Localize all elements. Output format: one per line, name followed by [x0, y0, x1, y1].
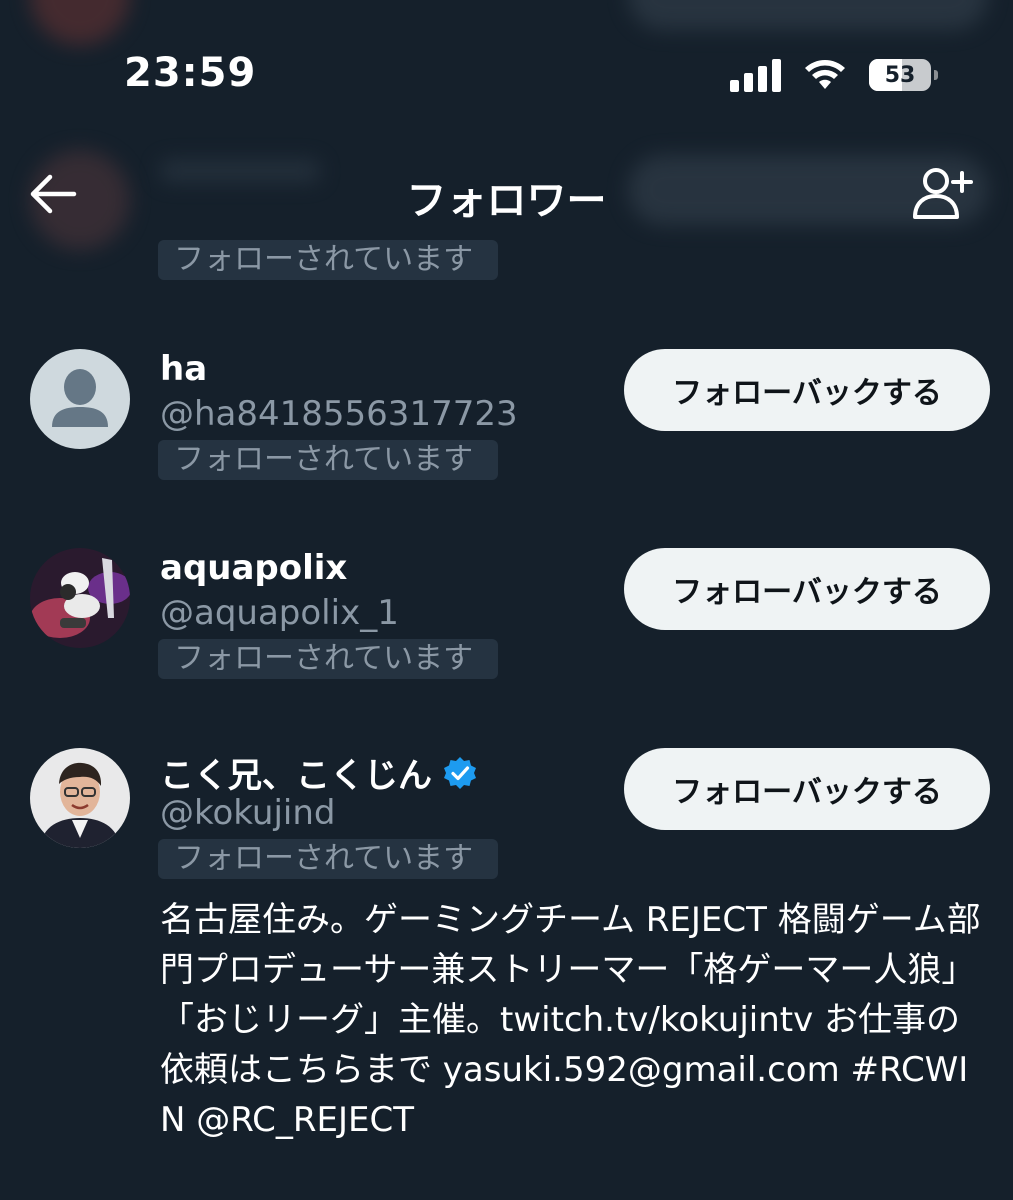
display-name-text: ha	[160, 349, 208, 389]
display-name-text: aquapolix	[160, 548, 348, 588]
photo-avatar[interactable]	[30, 548, 130, 648]
cellular-signal-icon	[730, 58, 781, 92]
battery-tip	[934, 70, 938, 80]
follows-you-badge: フォローされています	[158, 639, 498, 679]
follow-back-button[interactable]: フォローバックする	[624, 548, 990, 630]
followers-screen: 23:59 53 フォロワー フォローされています ha @ha84185563…	[0, 0, 1013, 1200]
status-time: 23:59	[124, 50, 257, 96]
verified-badge-icon	[444, 756, 476, 789]
default-avatar[interactable]	[30, 349, 130, 449]
follows-you-badge: フォローされています	[158, 240, 498, 280]
follows-you-badge: フォローされています	[158, 440, 498, 480]
display-name[interactable]: aquapolix	[160, 548, 347, 588]
blurred-background-button	[628, 0, 988, 30]
follows-you-badge: フォローされています	[158, 839, 498, 879]
battery-icon: 53	[869, 59, 938, 91]
photo-avatar-image	[30, 548, 130, 648]
photo-avatar[interactable]	[30, 748, 130, 848]
status-icons: 53	[730, 58, 938, 92]
page-title: フォロワー	[406, 178, 607, 224]
username: @ha8418556317723	[160, 394, 518, 434]
add-user-icon[interactable]	[910, 165, 976, 221]
battery-percentage: 53	[884, 62, 916, 88]
follows-you-label: フォローされています	[174, 242, 474, 277]
display-name[interactable]: ha	[160, 349, 207, 389]
photo-avatar-image	[30, 748, 130, 848]
display-name[interactable]: こく兄、こくじん	[160, 748, 478, 797]
profile-bio: 名古屋住み。ゲーミングチーム REJECT 格闘ゲーム部門プロデューサー兼ストリ…	[160, 900, 981, 1140]
username: @kokujind	[160, 793, 336, 833]
default-avatar-icon	[30, 349, 130, 449]
display-name-text: こく兄、こくじん	[160, 756, 432, 796]
username: @aquapolix_1	[160, 593, 399, 633]
wifi-icon	[805, 60, 845, 89]
follow-back-button[interactable]: フォローバックする	[624, 349, 990, 431]
blurred-background-avatar	[30, 0, 130, 45]
follow-back-button[interactable]: フォローバックする	[624, 748, 990, 830]
